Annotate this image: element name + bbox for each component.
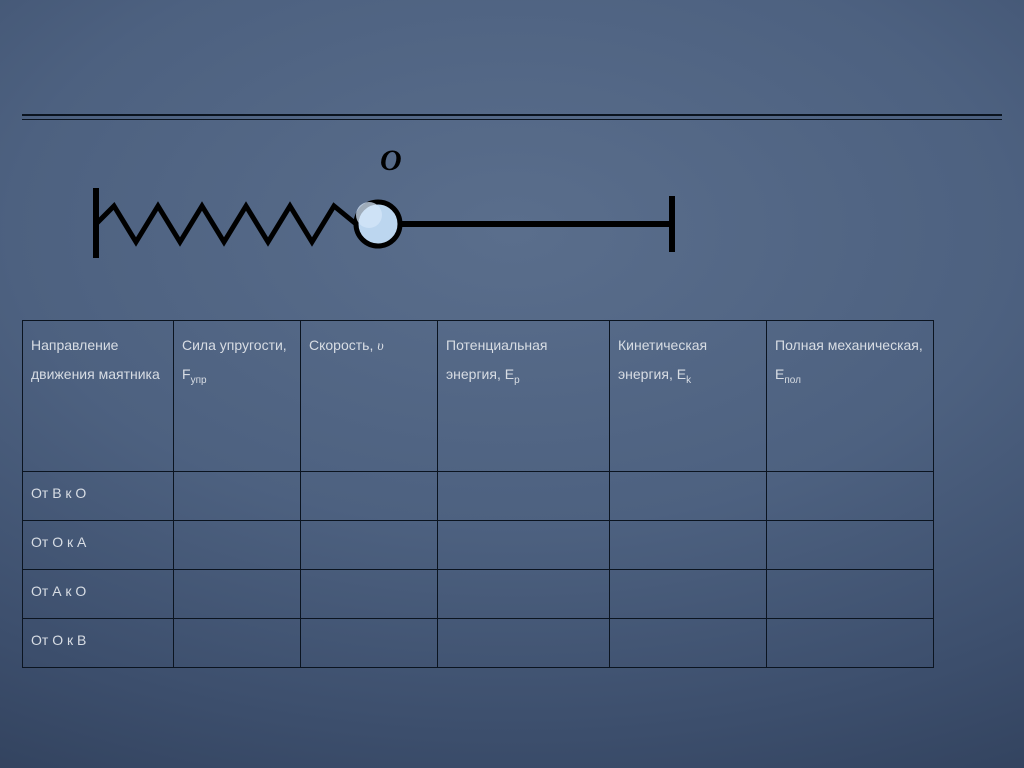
header-kinetic: Кинетическая энергия, Ek <box>610 321 767 472</box>
cell <box>610 619 767 668</box>
pendulum-diagram: O <box>90 148 680 288</box>
cell <box>610 472 767 521</box>
row-label: От О к А <box>23 521 174 570</box>
table-row: От А к О <box>23 570 934 619</box>
table-header-row: Направление движения маятника Сила упруг… <box>23 321 934 472</box>
cell <box>610 521 767 570</box>
cell <box>301 521 438 570</box>
cell <box>174 472 301 521</box>
table-row: От О к В <box>23 619 934 668</box>
header-total-symbol: E <box>775 366 784 382</box>
header-force-symbol: F <box>182 366 191 382</box>
cell <box>438 619 610 668</box>
cell <box>767 472 934 521</box>
cell <box>610 570 767 619</box>
header-velocity-symbol: υ <box>377 339 383 354</box>
cell <box>438 570 610 619</box>
table-row: От В к О <box>23 472 934 521</box>
header-kinetic-sub: k <box>686 375 691 386</box>
cell <box>767 619 934 668</box>
header-velocity-label: Скорость, <box>309 337 373 353</box>
header-potential-label: Потенциальная энергия, E <box>446 337 548 382</box>
header-kinetic-label: Кинетическая энергия, E <box>618 337 707 382</box>
cell <box>438 521 610 570</box>
header-total-label: Полная механическая, <box>775 337 923 353</box>
energy-table: Направление движения маятника Сила упруг… <box>22 320 934 668</box>
row-label: От В к О <box>23 472 174 521</box>
cell <box>438 472 610 521</box>
cell <box>767 570 934 619</box>
table-row: От О к А <box>23 521 934 570</box>
header-total: Полная механическая, Eпол <box>767 321 934 472</box>
cell <box>174 521 301 570</box>
header-direction: Направление движения маятника <box>23 321 174 472</box>
header-force-label: Сила упругости, <box>182 337 287 353</box>
cell <box>301 619 438 668</box>
slide: O Направление движения маятника Сила упр… <box>0 0 1024 768</box>
cell <box>174 570 301 619</box>
cell <box>174 619 301 668</box>
divider-top <box>22 114 1002 116</box>
header-force: Сила упругости, Fупр <box>174 321 301 472</box>
point-label-O: O <box>380 144 402 178</box>
cell <box>767 521 934 570</box>
cell <box>301 570 438 619</box>
row-label: От А к О <box>23 570 174 619</box>
cell <box>301 472 438 521</box>
row-label: От О к В <box>23 619 174 668</box>
header-force-sub: упр <box>191 375 207 386</box>
header-total-sub: пол <box>784 375 801 386</box>
header-velocity: Скорость, υ <box>301 321 438 472</box>
header-potential: Потенциальная энергия, Ep <box>438 321 610 472</box>
divider-bottom <box>22 119 1002 120</box>
header-potential-sub: p <box>514 375 520 386</box>
